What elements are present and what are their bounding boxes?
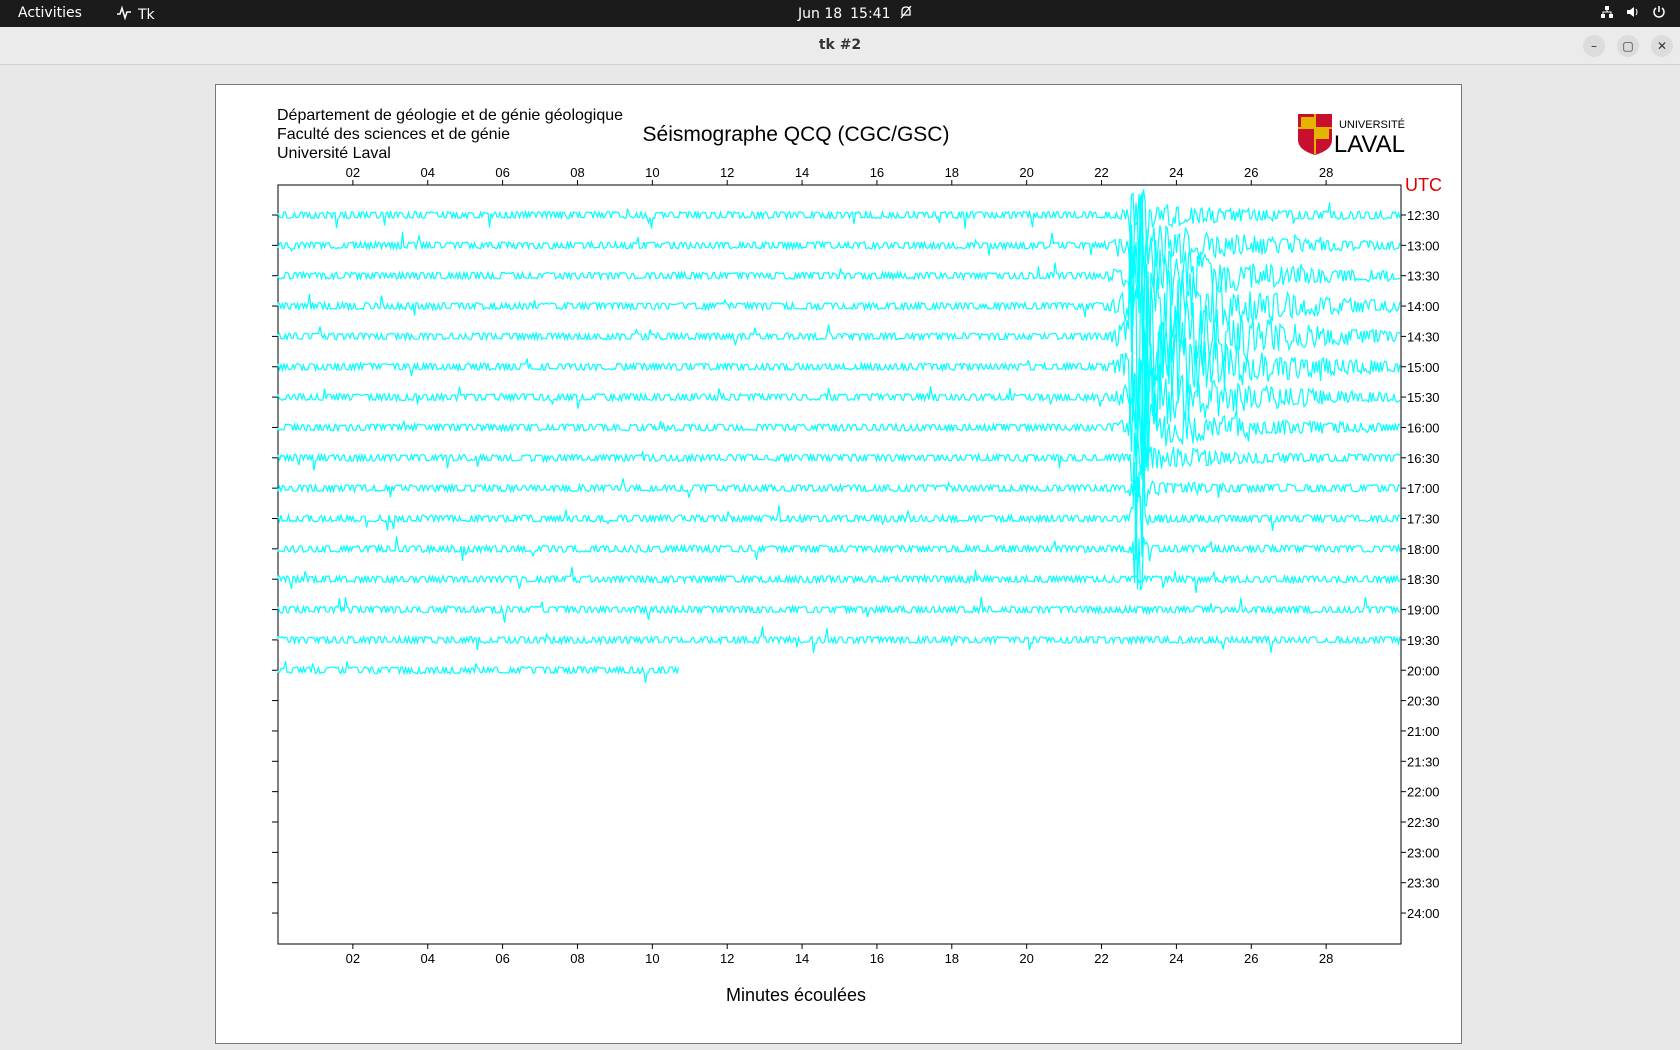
seismic-trace <box>277 205 1401 353</box>
x-tick-label-bottom: 08 <box>570 951 584 966</box>
x-tick-label-top: 08 <box>570 165 584 180</box>
clock-time: 15:41 <box>850 6 891 22</box>
y-tick-label: 24:00 <box>1407 906 1440 921</box>
clock[interactable]: Jun 18 15:41 <box>798 5 913 23</box>
activities-button[interactable]: Activities <box>18 5 82 21</box>
y-tick-label: 21:00 <box>1407 724 1440 739</box>
seismic-trace <box>277 288 1401 480</box>
x-tick-label-top: 26 <box>1244 165 1258 180</box>
y-tick-label: 15:00 <box>1407 360 1440 375</box>
seismic-trace <box>277 596 1401 623</box>
window-title: tk #2 <box>818 37 862 53</box>
volume-icon <box>1626 5 1640 23</box>
y-tick-label: 13:30 <box>1407 269 1440 284</box>
y-tick-label: 16:00 <box>1407 420 1440 435</box>
y-tick-label: 21:30 <box>1407 754 1440 769</box>
x-tick-label-bottom: 16 <box>870 951 884 966</box>
x-tick-label-bottom: 12 <box>720 951 734 966</box>
minimize-button[interactable]: – <box>1583 35 1605 57</box>
x-tick-label-bottom: 02 <box>346 951 360 966</box>
y-tick-label: 18:30 <box>1407 572 1440 587</box>
x-tick-label-bottom: 24 <box>1169 951 1183 966</box>
y-tick-label: 22:00 <box>1407 785 1440 800</box>
x-tick-label-bottom: 20 <box>1019 951 1033 966</box>
y-tick-label: 14:30 <box>1407 329 1440 344</box>
plot-frame <box>277 184 1402 945</box>
window-titlebar[interactable]: tk #2 – ▢ ✕ <box>0 27 1680 65</box>
app-name: Tk <box>138 7 155 23</box>
x-tick-label-bottom: 10 <box>645 951 659 966</box>
y-tick-label: 18:00 <box>1407 542 1440 557</box>
y-tick-label: 23:00 <box>1407 845 1440 860</box>
y-tick-label: 17:00 <box>1407 481 1440 496</box>
x-tick-label-top: 16 <box>870 165 884 180</box>
y-tick-label: 19:30 <box>1407 633 1440 648</box>
network-icon <box>1600 5 1614 23</box>
x-tick-label-top: 10 <box>645 165 659 180</box>
app-menu[interactable]: Tk <box>116 5 155 25</box>
x-tick-label-top: 24 <box>1169 165 1183 180</box>
seismic-trace <box>277 195 1401 408</box>
x-tick-label-top: 20 <box>1019 165 1033 180</box>
x-tick-label-bottom: 06 <box>495 951 509 966</box>
y-tick-label: 12:30 <box>1407 208 1440 223</box>
top-bar: Activities Tk Jun 18 15:41 <box>0 0 1680 27</box>
x-axis-label: Minutes écoulées <box>725 985 867 1005</box>
seismic-trace <box>277 626 1401 653</box>
close-button[interactable]: ✕ <box>1651 35 1673 57</box>
x-tick-label-bottom: 04 <box>420 951 434 966</box>
x-tick-label-bottom: 14 <box>795 951 809 966</box>
seismic-trace <box>277 189 1401 246</box>
y-tick-label: 20:30 <box>1407 694 1440 709</box>
x-tick-label-top: 18 <box>945 165 959 180</box>
seismogram-plot: 02 02 04 04 06 06 08 08 10 10 12 12 14 14 16 16 18 18 20 20… <box>272 165 1440 966</box>
seismic-trace <box>277 661 680 683</box>
y-tick-label: 14:00 <box>1407 299 1440 314</box>
notifications-muted-icon <box>899 5 913 23</box>
x-tick-label-bottom: 18 <box>945 951 959 966</box>
y-tick-label: 13:00 <box>1407 238 1440 253</box>
y-tick-label: 17:30 <box>1407 512 1440 527</box>
y-tick-label: 23:30 <box>1407 876 1440 891</box>
y-tick-label: 16:30 <box>1407 451 1440 466</box>
x-tick-label-top: 28 <box>1319 165 1333 180</box>
x-tick-label-bottom: 28 <box>1319 951 1333 966</box>
x-tick-label-top: 22 <box>1094 165 1108 180</box>
app-icon <box>116 5 132 25</box>
x-tick-label-top: 12 <box>720 165 734 180</box>
maximize-button[interactable]: ▢ <box>1617 35 1639 57</box>
y-tick-label: 22:30 <box>1407 815 1440 830</box>
y-tick-label: 20:00 <box>1407 663 1440 678</box>
clock-date: Jun 18 <box>798 6 843 22</box>
seismic-trace <box>277 566 1401 593</box>
x-tick-label-top: 06 <box>495 165 509 180</box>
seismic-trace <box>277 433 1401 547</box>
system-tray[interactable] <box>1600 5 1666 23</box>
x-tick-label-top: 04 <box>420 165 434 180</box>
y-tick-label: 19:00 <box>1407 603 1440 618</box>
x-tick-label-bottom: 22 <box>1094 951 1108 966</box>
x-tick-label-top: 02 <box>346 165 360 180</box>
x-tick-label-bottom: 26 <box>1244 951 1258 966</box>
seismogram-canvas[interactable]: Département de géologie et de génie géol… <box>215 84 1462 1044</box>
seismic-trace <box>277 357 1401 456</box>
y-tick-label: 15:30 <box>1407 390 1440 405</box>
power-icon <box>1652 5 1666 23</box>
x-tick-label-top: 14 <box>795 165 809 180</box>
